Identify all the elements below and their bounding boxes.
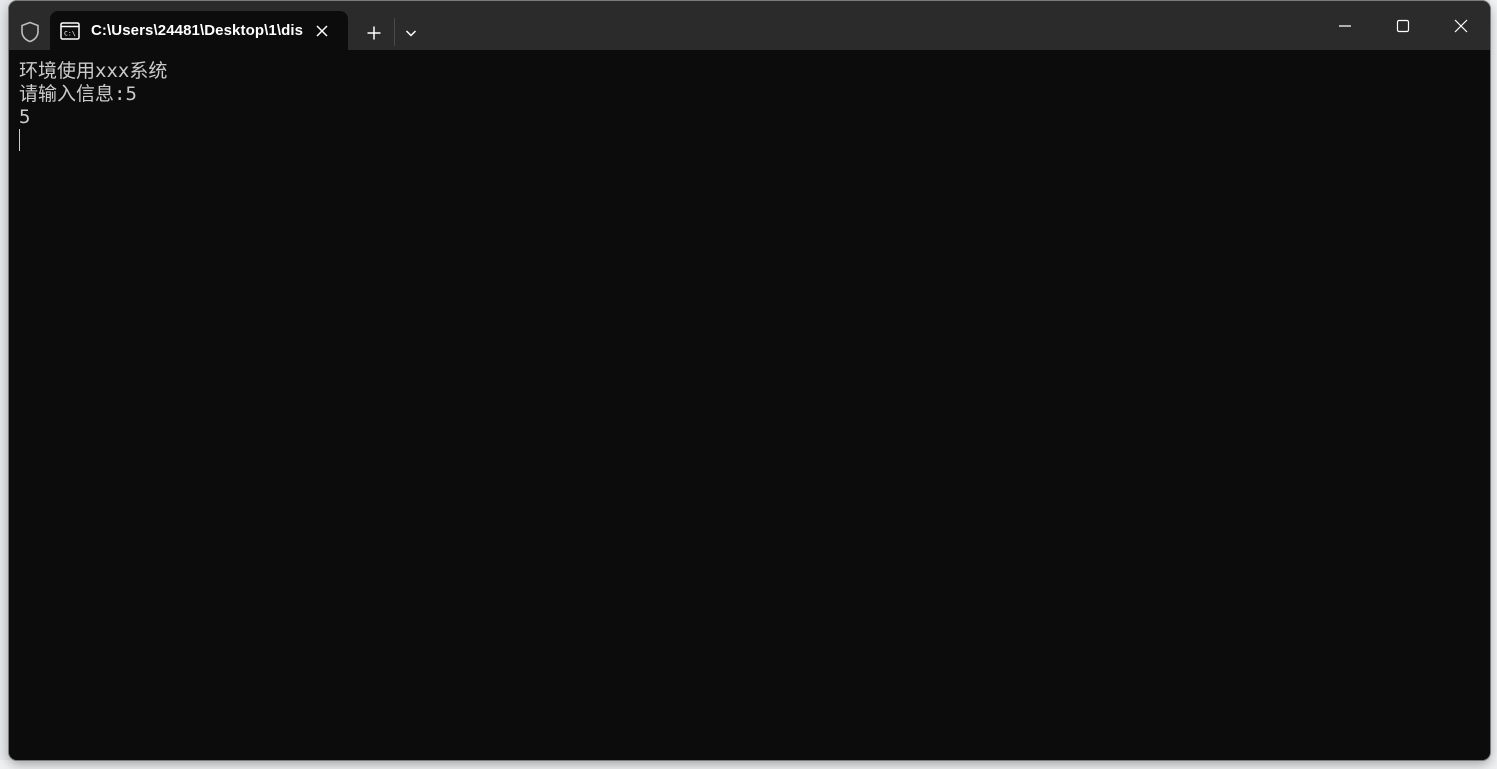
chevron-down-icon[interactable] — [399, 20, 423, 46]
text-cursor — [19, 129, 20, 151]
terminal-line: 5 — [19, 106, 31, 128]
terminal-icon: C:\ — [60, 22, 80, 40]
desktop-edge-right — [1490, 0, 1497, 769]
title-bar: C:\ C:\Users\24481\Desktop\1\dis — [9, 1, 1490, 50]
tab-divider — [394, 18, 395, 46]
tab-title: C:\Users\24481\Desktop\1\dis — [91, 22, 304, 39]
svg-text:C:\: C:\ — [64, 30, 76, 38]
plus-icon[interactable] — [361, 20, 387, 46]
close-icon[interactable] — [1432, 1, 1490, 50]
close-icon[interactable] — [310, 19, 334, 43]
desktop-edge-bottom — [0, 760, 1497, 769]
terminal-line: 请输入信息:5 — [19, 83, 137, 105]
terminal-output[interactable]: 环境使用xxx系统 请输入信息:5 5 — [9, 50, 1490, 760]
minimize-icon[interactable] — [1316, 1, 1374, 50]
shield-icon[interactable] — [17, 19, 43, 45]
tab-terminal[interactable]: C:\ C:\Users\24481\Desktop\1\dis — [50, 11, 348, 50]
terminal-line: 环境使用xxx系统 — [19, 60, 168, 82]
maximize-icon[interactable] — [1374, 1, 1432, 50]
terminal-window: C:\ C:\Users\24481\Desktop\1\dis 环境使用xxx… — [9, 1, 1490, 760]
